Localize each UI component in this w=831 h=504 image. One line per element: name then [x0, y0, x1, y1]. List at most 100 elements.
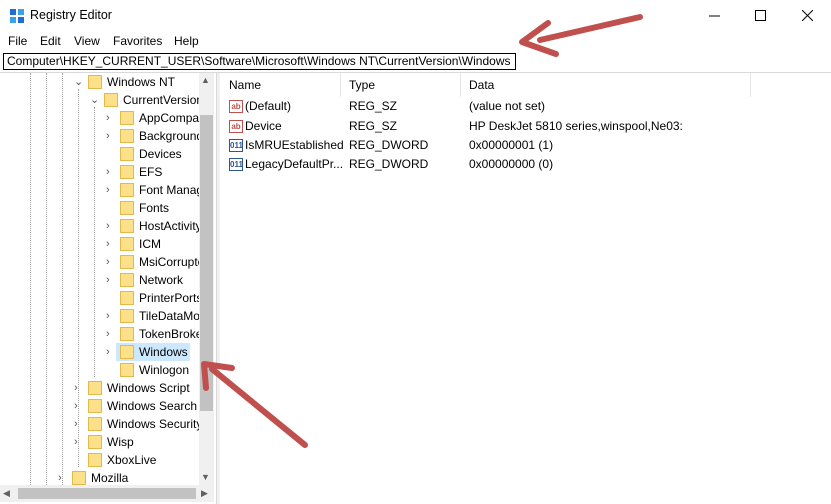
folder-icon	[120, 309, 134, 323]
chevron-right-icon[interactable]: ›	[106, 163, 110, 181]
value-type: REG_DWORD	[349, 138, 429, 152]
table-row[interactable]: ab Device REG_SZ HP DeskJet 5810 series,…	[221, 117, 821, 136]
tree-item-label: PrinterPorts	[139, 291, 203, 305]
values-list[interactable]: Name Type Data ab (Default) REG_SZ (valu…	[221, 73, 831, 504]
chevron-right-icon[interactable]: ›	[106, 127, 110, 145]
tree-item-font-management[interactable]: › Font Management	[0, 181, 214, 199]
close-icon	[801, 10, 813, 21]
chevron-right-icon[interactable]: ›	[58, 469, 62, 485]
tree-item-msicorruptedfilerecovery[interactable]: › MsiCorruptedFileRecovery	[0, 253, 214, 271]
chevron-right-icon[interactable]: ›	[74, 415, 78, 433]
close-button[interactable]	[784, 0, 830, 31]
chevron-right-icon[interactable]: ›	[74, 397, 78, 415]
scroll-right-icon[interactable]: ▶	[201, 488, 208, 499]
chevron-down-icon[interactable]: ⌄	[90, 91, 99, 109]
scroll-left-icon[interactable]: ◀	[3, 488, 10, 499]
column-header-name[interactable]: Name	[229, 78, 261, 92]
folder-icon	[120, 345, 134, 359]
tree-item-wisp[interactable]: › Wisp	[0, 433, 199, 451]
key-tree[interactable]: ⌄ Windows NT ⌄ CurrentVersion › AppCompa…	[0, 73, 214, 485]
folder-icon	[72, 471, 86, 485]
tree-item-devices[interactable]: Devices	[0, 145, 199, 163]
string-value-icon: ab	[229, 120, 243, 133]
value-name: (Default)	[245, 99, 292, 113]
scroll-up-icon[interactable]: ▲	[201, 75, 210, 85]
tree-item-label: Windows Search	[107, 399, 198, 413]
tree-item-windows-script[interactable]: › Windows Script	[0, 379, 199, 397]
tree-item-windows[interactable]: › Windows	[0, 343, 199, 361]
window-title: Registry Editor	[30, 8, 112, 22]
folder-icon	[104, 93, 118, 107]
scroll-down-icon[interactable]: ▼	[201, 472, 210, 482]
tree-item-xboxlive[interactable]: XboxLive	[0, 451, 199, 469]
folder-icon	[120, 219, 134, 233]
folder-icon	[120, 273, 134, 287]
value-type: REG_SZ	[349, 99, 398, 113]
tree-item-label: Windows Security Health	[107, 417, 214, 431]
folder-icon	[120, 255, 134, 269]
tree-item-winlogon[interactable]: Winlogon	[0, 361, 199, 379]
tree-item-label: Windows Script	[107, 381, 190, 395]
chevron-right-icon[interactable]: ›	[106, 217, 110, 235]
string-value-icon: ab	[229, 100, 243, 113]
dword-value-icon: 011	[229, 139, 243, 152]
tree-item-fonts[interactable]: Fonts	[0, 199, 199, 217]
value-name: IsMRUEstablished	[245, 138, 344, 152]
table-row[interactable]: 011 LegacyDefaultPr... REG_DWORD 0x00000…	[221, 155, 821, 174]
tree-item-hostactivitymanager[interactable]: › HostActivityManager	[0, 217, 214, 235]
tree-scroll-thumb[interactable]	[200, 115, 213, 411]
folder-icon	[120, 363, 134, 377]
chevron-right-icon[interactable]: ›	[106, 343, 110, 361]
column-divider	[460, 73, 461, 97]
maximize-button[interactable]	[737, 0, 783, 31]
tree-item-icm[interactable]: › ICM	[0, 235, 199, 253]
table-row[interactable]: ab (Default) REG_SZ (value not set)	[221, 97, 821, 116]
folder-icon	[88, 417, 102, 431]
tree-item-efs[interactable]: › EFS	[0, 163, 199, 181]
column-divider	[750, 73, 751, 97]
column-header-data[interactable]: Data	[469, 78, 494, 92]
chevron-right-icon[interactable]: ›	[106, 253, 110, 271]
minimize-button[interactable]	[691, 0, 737, 31]
menu-favorites[interactable]: Favorites	[113, 34, 162, 48]
folder-icon	[120, 147, 134, 161]
menu-edit[interactable]: Edit	[40, 34, 61, 48]
minimize-icon	[708, 15, 720, 17]
tree-item-mozilla[interactable]: › Mozilla	[0, 469, 199, 485]
tree-item-printerports[interactable]: PrinterPorts	[0, 289, 203, 307]
value-data: 0x00000000 (0)	[469, 157, 554, 171]
tree-item-currentversion[interactable]: ⌄ CurrentVersion	[0, 91, 203, 109]
pane-splitter[interactable]	[216, 73, 220, 504]
chevron-right-icon[interactable]: ›	[106, 271, 110, 289]
folder-icon	[88, 453, 102, 467]
table-row[interactable]: 011 IsMRUEstablished REG_DWORD 0x0000000…	[221, 136, 821, 155]
tree-item-windows-nt[interactable]: ⌄ Windows NT	[0, 73, 199, 91]
tree-item-backgroundmodel[interactable]: › BackgroundModel	[0, 127, 214, 145]
tree-item-windows-security-health[interactable]: › Windows Security Health	[0, 415, 214, 433]
address-bar[interactable]: Computer\HKEY_CURRENT_USER\Software\Micr…	[3, 53, 516, 70]
column-header-type[interactable]: Type	[349, 78, 375, 92]
tree-item-label: EFS	[139, 165, 163, 179]
tree-item-label: Wisp	[107, 435, 134, 449]
chevron-right-icon[interactable]: ›	[106, 307, 110, 325]
folder-icon	[120, 111, 134, 125]
menu-view[interactable]: View	[74, 34, 100, 48]
tree-item-tiledatamodel[interactable]: › TileDataModel	[0, 307, 214, 325]
menu-file[interactable]: File	[8, 34, 27, 48]
chevron-right-icon[interactable]: ›	[74, 433, 78, 451]
chevron-right-icon[interactable]: ›	[106, 235, 110, 253]
chevron-right-icon[interactable]: ›	[106, 325, 110, 343]
tree-hscroll-thumb[interactable]	[18, 488, 196, 499]
chevron-right-icon[interactable]: ›	[74, 379, 78, 397]
chevron-down-icon[interactable]: ⌄	[74, 73, 83, 91]
folder-icon	[88, 75, 102, 89]
chevron-right-icon[interactable]: ›	[106, 109, 110, 127]
tree-item-tokenbroker[interactable]: › TokenBroker	[0, 325, 206, 343]
folder-icon	[120, 237, 134, 251]
tree-item-network[interactable]: › Network	[0, 271, 199, 289]
tree-item-windows-search[interactable]: › Windows Search	[0, 397, 199, 415]
menu-help[interactable]: Help	[174, 34, 199, 48]
tree-item-appcompatflags[interactable]: › AppCompatFlags	[0, 109, 214, 127]
tree-item-label: TokenBroker	[139, 327, 207, 341]
chevron-right-icon[interactable]: ›	[106, 181, 110, 199]
